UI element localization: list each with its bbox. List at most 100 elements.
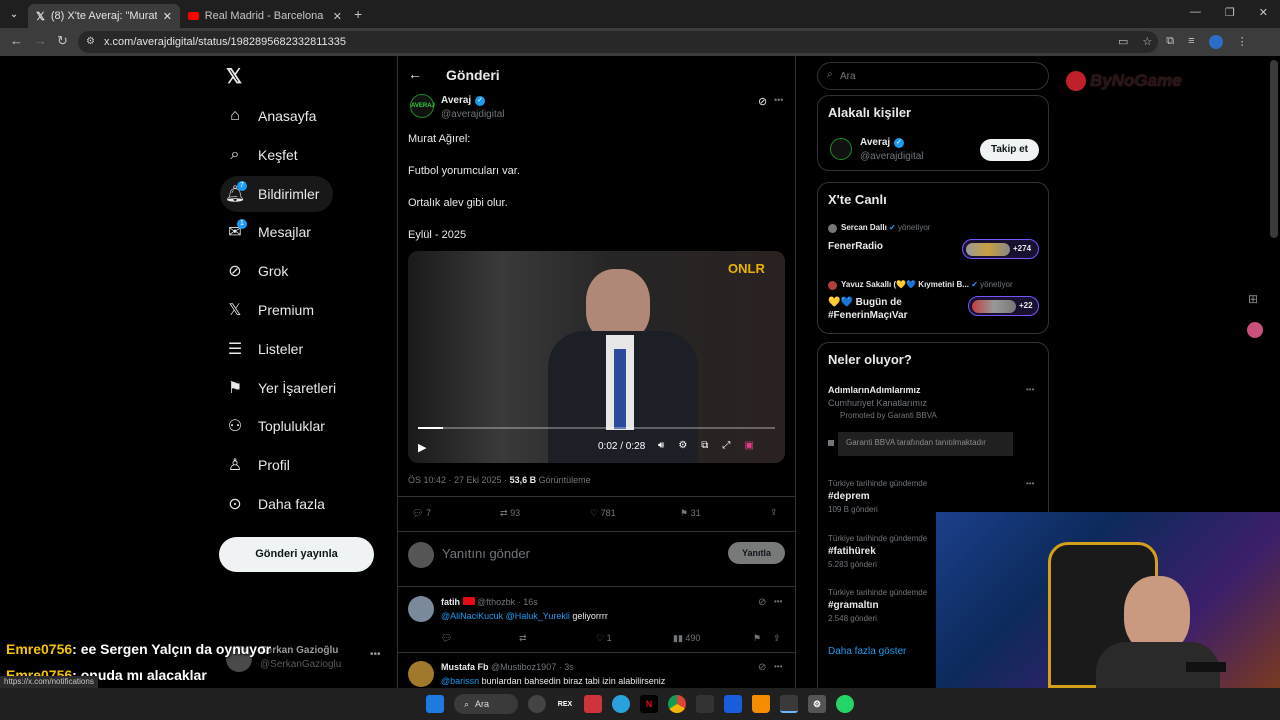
more-icon[interactable]: ••• xyxy=(1026,385,1034,394)
x-logo-icon[interactable]: 𝕏 xyxy=(226,64,242,89)
retweet-action[interactable]: ⇄ 93 xyxy=(500,508,520,519)
url-bar[interactable]: ⚙ x.com/averajdigital/status/19828956823… xyxy=(78,31,1158,53)
like-action[interactable]: ♡ 1 xyxy=(596,633,612,644)
sidebar-item-1[interactable]: ⌕ Keşfet xyxy=(220,137,298,173)
sidebar-item-8[interactable]: ⚇ Topluluklar xyxy=(220,408,325,444)
tweet-author-name[interactable]: Averaj xyxy=(441,95,471,106)
sidebar-item-3[interactable]: ✉ 1 Mesajlar xyxy=(220,214,311,250)
grok-icon[interactable]: ⊘ xyxy=(758,597,766,608)
settings-icon[interactable]: ⚙ xyxy=(808,695,826,713)
grid-icon[interactable]: ⊞ xyxy=(1248,292,1258,306)
copilot-icon[interactable] xyxy=(528,695,546,713)
close-tab-icon[interactable]: ✕ xyxy=(333,10,342,23)
sidebar-item-2[interactable]: 🔔︎ 7 Bildirimler xyxy=(220,175,334,212)
cast-icon[interactable]: ▭ xyxy=(1118,35,1128,49)
tab-youtube[interactable]: Real Madrid - Barcelona (2-1) -... ✕ xyxy=(180,4,350,28)
play-icon[interactable]: ▶ xyxy=(418,441,426,454)
reply-author-name[interactable]: Mustafa Fb xyxy=(441,662,489,672)
avatar[interactable]: AVERAJ xyxy=(410,94,435,118)
more-icon[interactable]: ••• xyxy=(1026,479,1034,488)
rex-app-icon[interactable]: REX xyxy=(556,695,574,713)
show-more-link[interactable]: Daha fazla göster xyxy=(828,646,906,657)
more-icon[interactable]: ••• xyxy=(774,662,782,671)
search-input[interactable]: ⌕ Ara xyxy=(817,62,1049,90)
share-icon[interactable]: ⇪ xyxy=(770,507,778,518)
grok-icon[interactable]: ⊘ xyxy=(758,662,766,673)
promoted-trend[interactable]: AdımlarınAdımlarımız Cumhuriyet Kanatlar… xyxy=(828,385,1040,465)
video-scrubber-track[interactable] xyxy=(418,427,775,429)
profile-avatar[interactable] xyxy=(1208,35,1223,49)
reply-author-name[interactable]: fatih xyxy=(441,597,460,607)
telegram-icon[interactable] xyxy=(612,695,630,713)
avatar[interactable] xyxy=(830,138,852,160)
new-tab-button[interactable]: + xyxy=(354,6,362,22)
tab-list-icon[interactable]: ⌄ xyxy=(6,5,22,23)
webcam-overlay xyxy=(936,512,1280,688)
like-action[interactable]: ♡ 781 xyxy=(590,508,616,519)
back-icon[interactable]: ← xyxy=(10,33,23,48)
settings-icon[interactable]: ⚙ xyxy=(678,440,687,451)
windows-start-icon[interactable] xyxy=(426,695,444,713)
bookmark-action[interactable]: ⚑ 31 xyxy=(680,508,701,519)
live-item[interactable]: Yavuz Sakallı (💛💙 Kıymetini B... ✔ yönet… xyxy=(828,280,1040,324)
subtitle-icon[interactable]: ▣ xyxy=(744,440,753,451)
list-item[interactable]: Mustafa Fb @Mustiboz1907 · 3s ⊘ ••• @bar… xyxy=(398,652,796,688)
views-action[interactable]: ▮▮ 490 xyxy=(673,633,700,644)
maximize-icon[interactable]: ❐ xyxy=(1225,6,1235,19)
tab-active[interactable]: 𝕏 (8) X'te Averaj: "Murat Ağırel: F... ✕ xyxy=(28,4,180,28)
volume-icon[interactable]: 🔊︎ xyxy=(658,440,664,451)
fullscreen-icon[interactable]: ⤢ xyxy=(722,440,730,451)
more-icon[interactable]: ••• xyxy=(774,95,783,105)
sidebar-item-9[interactable]: ♙ Profil xyxy=(220,447,290,483)
post-button[interactable]: Gönderi yayınla xyxy=(219,537,374,572)
retweet-icon[interactable]: ⇄ xyxy=(519,633,527,644)
mention-link[interactable]: @AliNaciKucuk @Haluk_Yurekli xyxy=(441,611,570,621)
forward-icon[interactable]: → xyxy=(34,33,47,48)
share-icon[interactable]: ⇪ xyxy=(773,633,781,644)
grok-icon[interactable]: ⊘ xyxy=(758,95,767,108)
badge-icon[interactable] xyxy=(1247,322,1263,338)
tweet-timestamp[interactable]: ÖS 10:42 · 27 Eki 2025 · xyxy=(408,475,510,485)
close-window-icon[interactable]: ✕ xyxy=(1259,6,1268,19)
bookmark-icon[interactable]: ⚑ xyxy=(753,633,761,644)
app-dark-icon[interactable] xyxy=(696,695,714,713)
sidebar-item-7[interactable]: ⚑ Yer İşaretleri xyxy=(220,370,336,406)
netflix-icon[interactable]: N xyxy=(640,695,658,713)
app-red-icon[interactable] xyxy=(584,695,602,713)
sidebar-item-10[interactable]: ⊙ Daha fazla xyxy=(220,486,325,522)
extensions-icon[interactable]: ⧉ xyxy=(1166,35,1174,49)
bookmark-star-icon[interactable]: ☆ xyxy=(1142,35,1152,49)
whatsapp-icon[interactable] xyxy=(836,695,854,713)
media-icon[interactable]: ≡ xyxy=(1188,35,1194,49)
sidebar-item-4[interactable]: ⊘ Grok xyxy=(220,253,288,289)
list-item[interactable]: fatih @fthozbk · 16s ⊘ ••• @AliNaciKucuk… xyxy=(398,586,796,651)
browser-menu-icon[interactable]: ⋮ xyxy=(1237,35,1248,49)
more-icon[interactable]: ••• xyxy=(774,597,782,606)
minimize-icon[interactable]: — xyxy=(1190,6,1201,19)
taskbar-search[interactable]: ⌕ Ara xyxy=(454,694,518,714)
sidebar-item-6[interactable]: ☰ Listeler xyxy=(220,331,303,367)
reload-icon[interactable]: ↻ xyxy=(57,33,68,49)
back-arrow-icon[interactable]: ← xyxy=(408,66,422,82)
reply-icon[interactable]: 💬︎ xyxy=(441,633,452,644)
video-player[interactable]: ONLR ▶ 0:02 / 0:28 🔊︎ ⚙ ⧉ ⤢ ▣ xyxy=(408,251,785,463)
live-item[interactable]: Sercan Dallı ✔ yönetiyor FenerRadio +274 xyxy=(828,223,1040,263)
tweet-author-handle[interactable]: @averajdigital xyxy=(441,109,505,120)
vlc-icon[interactable] xyxy=(752,695,770,713)
related-name[interactable]: Averaj xyxy=(860,137,890,148)
reply-submit-button[interactable]: Yanıtla xyxy=(728,542,785,564)
chrome-active-icon[interactable] xyxy=(780,695,798,713)
reply-action[interactable]: 💬︎ 7 xyxy=(412,508,431,519)
scrollbar[interactable] xyxy=(1270,60,1278,238)
sidebar-item-5[interactable]: 𝕏 Premium xyxy=(220,292,314,328)
reply-input[interactable]: Yanıtını gönder xyxy=(442,546,530,561)
chrome-icon[interactable] xyxy=(668,695,686,713)
sidebar-item-0[interactable]: ⌂ Anasayfa xyxy=(220,98,316,134)
close-tab-icon[interactable]: ✕ xyxy=(163,10,172,23)
pip-icon[interactable]: ⧉ xyxy=(701,440,708,451)
more-icon[interactable]: ••• xyxy=(370,649,381,660)
mention-link[interactable]: @barissn xyxy=(441,676,479,686)
site-info-icon[interactable]: ⚙ xyxy=(86,31,95,53)
bitwarden-icon[interactable] xyxy=(724,695,742,713)
follow-button[interactable]: Takip et xyxy=(980,139,1039,161)
